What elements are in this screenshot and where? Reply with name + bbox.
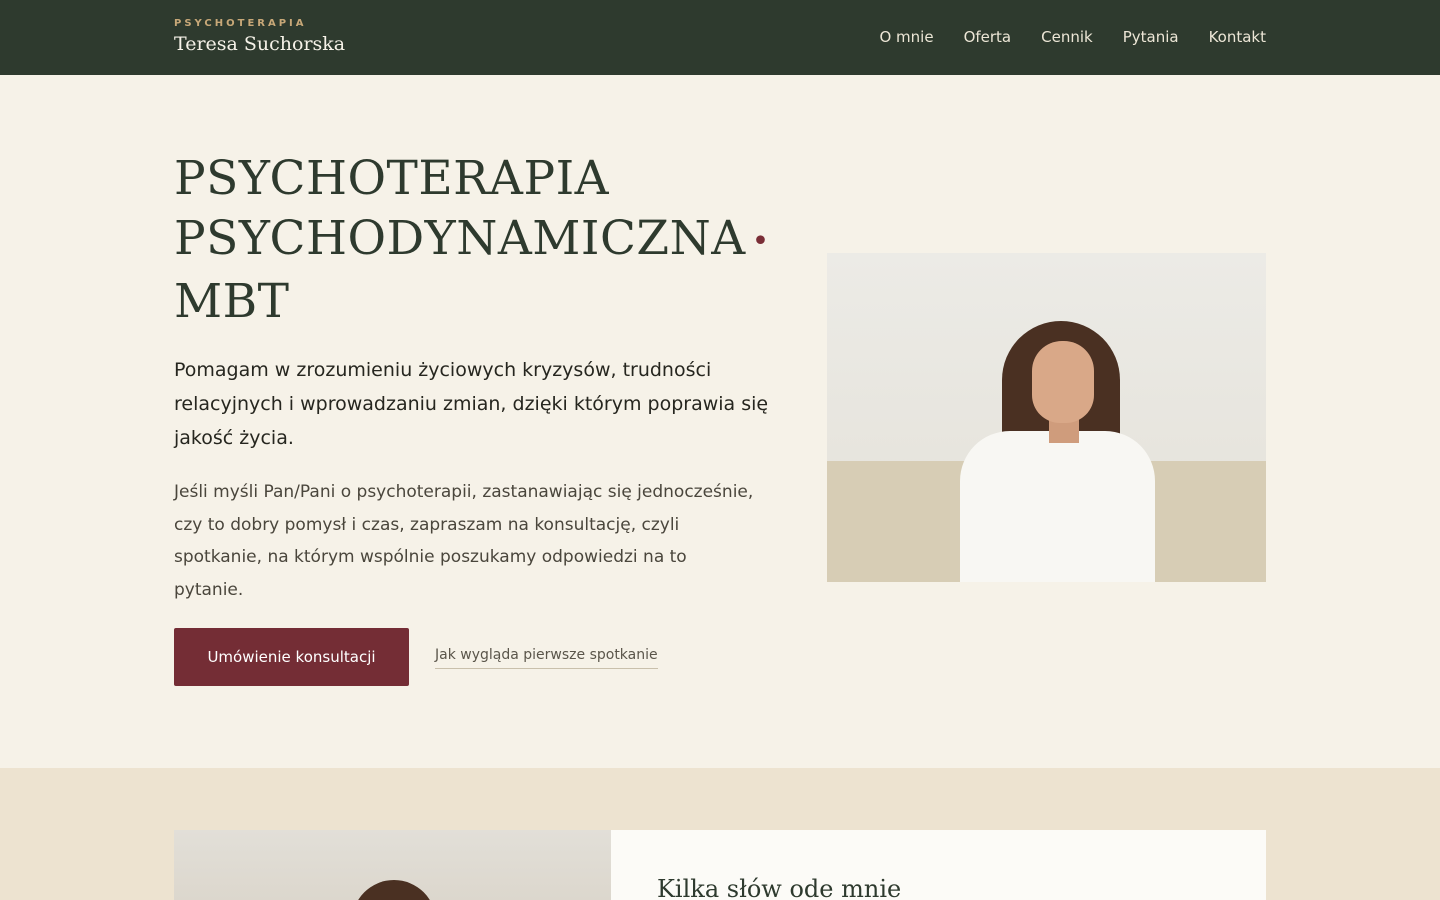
main-nav: O mnie Oferta Cennik Pytania Kontakt <box>879 27 1266 47</box>
about-card: Kilka słów ode mnie <box>611 830 1266 900</box>
hero-title-line3: MBT <box>174 274 290 329</box>
hero-lead-text: Pomagam w zrozumieniu życiowych kryzysów… <box>174 359 769 449</box>
hero-title: PSYCHOTERAPIA PSYCHODYNAMICZNA • MBT <box>174 149 794 332</box>
about-photo-image <box>174 830 611 900</box>
about-section: Kilka słów ode mnie <box>0 768 1440 900</box>
hero-title-line2: PSYCHODYNAMICZNA <box>174 211 746 266</box>
nav-link-o-mnie[interactable]: O mnie <box>879 27 933 47</box>
nav-link-pytania[interactable]: Pytania <box>1123 27 1179 47</box>
hero-section: PSYCHOTERAPIA PSYCHODYNAMICZNA • MBT Poma… <box>0 75 1440 768</box>
first-meeting-link[interactable]: Jak wygląda pierwsze spotkanie <box>435 646 658 669</box>
hero-body-text: Jeśli myśli Pan/Pani o psychoterapii, za… <box>174 482 754 600</box>
about-title: Kilka słów ode mnie <box>657 875 902 900</box>
brand-name: Teresa Suchorska <box>174 33 346 55</box>
hero-title-line1: PSYCHOTERAPIA <box>174 151 610 206</box>
book-consultation-button[interactable]: Umówienie konsultacji <box>174 628 409 686</box>
therapist-portrait-image <box>827 253 1266 582</box>
brand-kicker: PSYCHOTERAPIA <box>174 18 307 29</box>
nav-link-oferta[interactable]: Oferta <box>964 27 1012 47</box>
brand-logo[interactable]: PSYCHOTERAPIA Teresa Suchorska <box>174 18 345 56</box>
nav-link-kontakt[interactable]: Kontakt <box>1209 27 1266 47</box>
nav-link-cennik[interactable]: Cennik <box>1041 27 1093 47</box>
site-header: PSYCHOTERAPIA Teresa Suchorska O mnie Of… <box>0 0 1440 75</box>
title-dot-icon: • <box>751 224 770 259</box>
